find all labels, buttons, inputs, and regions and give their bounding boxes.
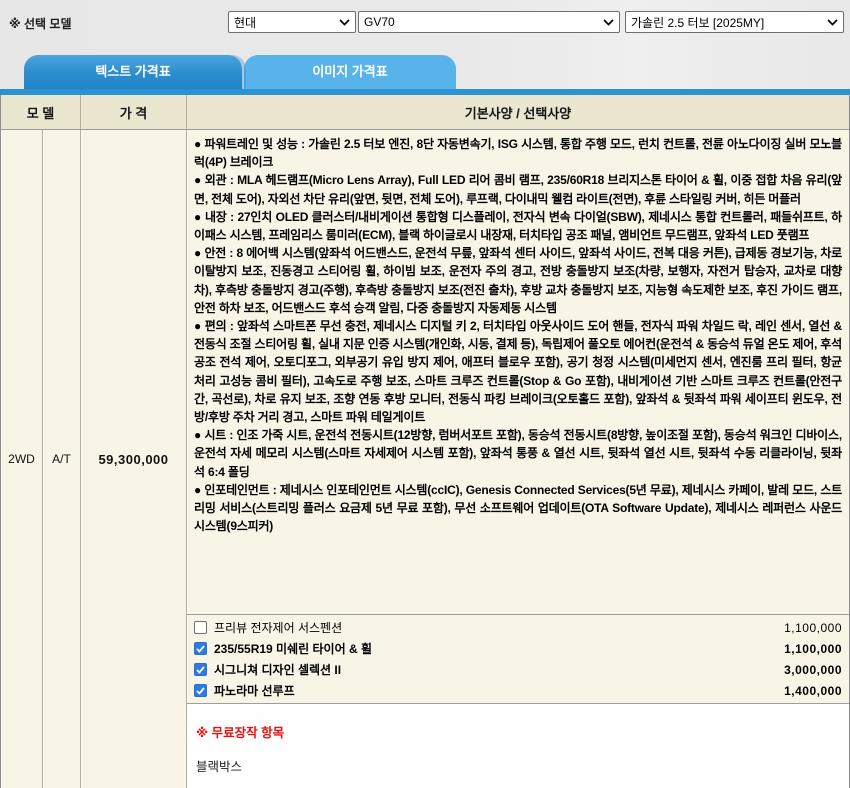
option-label: 파노라마 선루프 <box>214 682 784 699</box>
model-select[interactable]: GV70 <box>358 11 620 33</box>
option-label: 235/55R19 미쉐린 타이어 & 휠 <box>214 640 784 657</box>
column-header-spec: 기본사양 / 선택사양 <box>187 95 849 129</box>
option-checkbox[interactable] <box>194 684 207 697</box>
spec-cell: ● 파워트레인 및 성능 : 가솔린 2.5 터보 엔진, 8단 자동변속기, … <box>187 130 849 788</box>
option-checkbox[interactable] <box>194 621 207 634</box>
option-row-preview-suspension[interactable]: 프리뷰 전자제어 서스펜션 1,100,000 <box>187 617 849 638</box>
spec-bullet-powertrain: ● 파워트레인 및 성능 : 가솔린 2.5 터보 엔진, 8단 자동변속기, … <box>194 135 842 171</box>
price-table: 모 델 가 격 기본사양 / 선택사양 2WD A/T 59,300,000 ●… <box>0 95 850 788</box>
free-items-section: ※ 무료장작 항목 블랙박스 <box>187 703 849 788</box>
price-cell: 59,300,000 <box>81 130 187 788</box>
option-checkbox[interactable] <box>194 663 207 676</box>
option-price: 1,100,000 <box>784 642 842 656</box>
option-row-signature-design[interactable]: 시그니쳐 디자인 셀렉션 II 3,000,000 <box>187 659 849 680</box>
spec-bullet-safety: ● 안전 : 8 에어백 시스템(앞좌석 어드밴스드, 운전석 무릎, 앞좌석 … <box>194 244 842 317</box>
tab-image-pricelist[interactable]: 이미지 가격표 <box>244 55 456 89</box>
trim-select[interactable]: 가솔린 2.5 터보 [2025MY] <box>625 11 844 33</box>
column-header-price: 가 격 <box>81 95 187 129</box>
spec-bullet-infotainment: ● 인포테인먼트 : 제네시스 인포테인먼트 시스템(ccIC), Genesi… <box>194 481 842 536</box>
chevron-down-icon <box>827 19 838 26</box>
model-select-value: GV70 <box>364 15 599 29</box>
spec-bullet-convenience: ● 편의 : 앞좌석 스마트폰 무선 충전, 제네시스 디지털 키 2, 터치타… <box>194 317 842 426</box>
option-price: 1,100,000 <box>784 621 842 635</box>
transmission-cell: A/T <box>43 130 81 788</box>
model-selector-label: ※ 선택 모델 <box>9 15 72 32</box>
brand-select[interactable]: 현대 <box>228 11 356 33</box>
model-selector-bar: ※ 선택 모델 현대 GV70 가솔린 2.5 터보 [2025MY] 텍스트 … <box>0 0 850 89</box>
option-label: 프리뷰 전자제어 서스펜션 <box>214 619 784 636</box>
spec-text: ● 파워트레인 및 성능 : 가솔린 2.5 터보 엔진, 8단 자동변속기, … <box>187 130 849 614</box>
option-checkbox[interactable] <box>194 642 207 655</box>
spec-bullet-exterior: ● 외관 : MLA 헤드램프(Micro Lens Array), Full … <box>194 171 842 207</box>
table-header-row: 모 델 가 격 기본사양 / 선택사양 <box>1 95 849 130</box>
drivetrain-cell: 2WD <box>1 130 43 788</box>
tab-text-pricelist[interactable]: 텍스트 가격표 <box>24 55 242 89</box>
option-price: 1,400,000 <box>784 684 842 698</box>
options-list: 프리뷰 전자제어 서스펜션 1,100,000 235/55R19 미쉐린 타이… <box>187 614 849 703</box>
free-items-title: ※ 무료장작 항목 <box>196 722 840 741</box>
option-row-michelin-wheel[interactable]: 235/55R19 미쉐린 타이어 & 휠 1,100,000 <box>187 638 849 659</box>
option-label: 시그니쳐 디자인 셀렉션 II <box>214 661 784 678</box>
spec-bullet-interior: ● 내장 : 27인치 OLED 클러스터/내비게이션 통합형 디스플레이, 전… <box>194 208 842 244</box>
table-row: 2WD A/T 59,300,000 ● 파워트레인 및 성능 : 가솔린 2.… <box>1 130 849 788</box>
option-row-panorama-sunroof[interactable]: 파노라마 선루프 1,400,000 <box>187 680 849 701</box>
chevron-down-icon <box>603 19 614 26</box>
option-price: 3,000,000 <box>784 663 842 677</box>
column-header-model: 모 델 <box>1 95 81 129</box>
brand-select-value: 현대 <box>234 14 335 31</box>
chevron-down-icon <box>339 19 350 26</box>
spec-bullet-seats: ● 시트 : 인조 가죽 시트, 운전석 전동시트(12방향, 럼버서포트 포함… <box>194 426 842 481</box>
trim-select-value: 가솔린 2.5 터보 [2025MY] <box>631 14 823 31</box>
pricelist-tabs: 텍스트 가격표 이미지 가격표 <box>0 55 850 89</box>
free-item: 블랙박스 <box>196 756 840 775</box>
